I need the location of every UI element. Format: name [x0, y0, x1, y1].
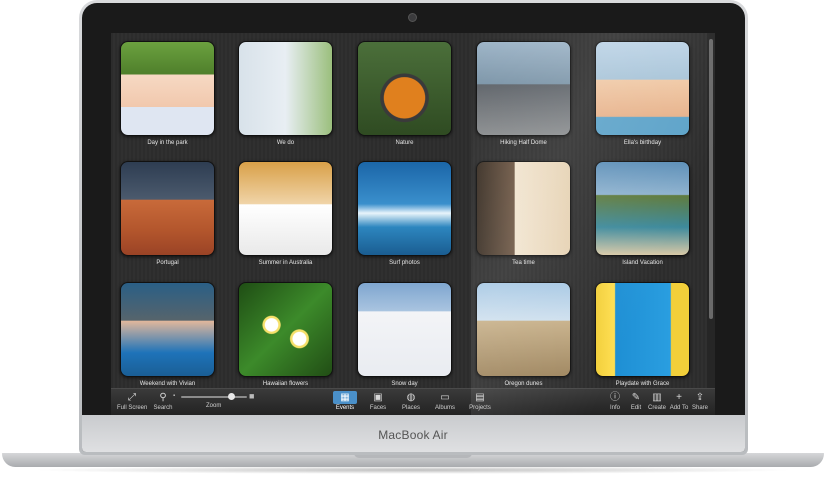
vertical-scrollbar[interactable] [707, 33, 715, 388]
full-screen-label: Full Screen [117, 405, 148, 411]
iphoto-window: Day in the park We do Nature Hiking Half… [111, 33, 715, 415]
zoom-slider[interactable] [181, 396, 247, 398]
faces-label: Faces [369, 405, 387, 411]
photo-snow-girl[interactable] [357, 282, 452, 377]
photo-boy-teddy[interactable] [238, 161, 333, 256]
event-tile[interactable]: Hawaiian flowers [238, 282, 333, 387]
event-tile[interactable]: Portugal [120, 161, 215, 266]
camera-icon [408, 13, 417, 22]
photo-town[interactable] [120, 161, 215, 256]
photo-flowers[interactable] [238, 282, 333, 377]
info-button[interactable]: ⓘ Info [605, 391, 625, 412]
event-tile[interactable]: Tea time [476, 161, 571, 266]
edit-button[interactable]: ✎ Edit [627, 391, 645, 412]
zoom-label: Zoom [206, 403, 222, 409]
event-tile[interactable]: Surf photos [357, 161, 452, 266]
albums-label: Albums [434, 405, 455, 411]
photo-surf[interactable] [357, 161, 452, 256]
places-icon: ◍ [406, 392, 416, 403]
zoom-small-icon: ▪ [173, 393, 176, 399]
create-label: Create [647, 405, 666, 411]
search-label: Search [153, 405, 173, 411]
projects-label: Projects [469, 405, 491, 411]
photo-woman-cup[interactable] [476, 161, 571, 256]
photo-butterfly[interactable] [357, 41, 452, 136]
photo-couple[interactable] [238, 41, 333, 136]
event-tile[interactable]: Nature [357, 41, 452, 146]
edit-icon: ✎ [631, 392, 641, 403]
faces-icon: ▣ [373, 392, 383, 403]
add-to-label: Add To [669, 405, 689, 411]
zoom-slider-knob[interactable] [228, 393, 235, 400]
event-tile[interactable]: We do [238, 41, 333, 146]
photo-coast[interactable] [595, 161, 690, 256]
event-title: Ella's birthday [623, 140, 662, 146]
event-title: Surf photos [389, 260, 420, 266]
places-label: Places [401, 405, 420, 411]
share-button[interactable]: ⇪ Share [690, 391, 710, 412]
photo-two-girls[interactable] [476, 282, 571, 377]
events-label: Events [335, 405, 355, 411]
events-button[interactable]: ▦ Events [333, 391, 357, 412]
faces-button[interactable]: ▣ Faces [366, 391, 390, 412]
event-tile[interactable]: Weekend with Vivian [120, 282, 215, 387]
event-tile[interactable]: Island Vacation [595, 161, 690, 266]
event-title: Hawaiian flowers [262, 381, 309, 387]
info-label: Info [609, 405, 620, 411]
brand-label: MacBook Air [378, 428, 448, 442]
event-title: Oregon dunes [504, 381, 543, 387]
event-tile[interactable]: Oregon dunes [476, 282, 571, 387]
photo-cliff[interactable] [476, 41, 571, 136]
laptop-shadow [30, 466, 796, 474]
event-title: Hiking Half Dome [500, 140, 547, 146]
photo-kids[interactable] [595, 41, 690, 136]
event-title: We do [276, 140, 295, 146]
event-tile[interactable]: Hiking Half Dome [476, 41, 571, 146]
info-icon: ⓘ [610, 392, 620, 403]
events-grid: Day in the park We do Nature Hiking Half… [111, 33, 707, 388]
projects-button[interactable]: ▤ Projects [465, 391, 495, 412]
scroll-thumb[interactable] [709, 39, 713, 319]
bottom-toolbar: ⤢ Full Screen ⚲ Search ▪ ■ Zoom ▦ Events… [111, 388, 715, 415]
event-tile[interactable]: Summer in Australia [238, 161, 333, 266]
full-screen-button[interactable]: ⤢ Full Screen [117, 391, 147, 412]
event-title: Portugal [156, 260, 179, 266]
events-icon: ▦ [333, 391, 357, 404]
photo-girl-door[interactable] [595, 282, 690, 377]
create-icon: ▥ [652, 392, 662, 403]
event-tile[interactable]: Ella's birthday [595, 41, 690, 146]
add-to-button[interactable]: + Add To [669, 391, 689, 412]
add-to-icon: + [676, 392, 682, 403]
event-title: Day in the park [147, 140, 188, 146]
event-tile[interactable]: Snow day [357, 282, 452, 387]
edit-label: Edit [630, 405, 642, 411]
photo-woman-smile[interactable] [120, 282, 215, 377]
event-tile[interactable]: Day in the park [120, 41, 215, 146]
event-tile[interactable]: Playdate with Grace [595, 282, 690, 387]
albums-button[interactable]: ▭ Albums [431, 391, 459, 412]
photo-girl-flower[interactable] [120, 41, 215, 136]
event-title: Island Vacation [622, 260, 663, 266]
places-button[interactable]: ◍ Places [398, 391, 424, 412]
event-title: Nature [395, 140, 414, 146]
event-title: Playdate with Grace [615, 381, 670, 387]
event-title: Snow day [391, 381, 418, 387]
share-label: Share [691, 405, 708, 411]
create-button[interactable]: ▥ Create [647, 391, 667, 412]
fullscreen-icon: ⤢ [128, 392, 136, 403]
event-title: Summer in Australia [258, 260, 313, 266]
share-icon: ⇪ [695, 392, 705, 403]
event-title: Weekend with Vivian [139, 381, 196, 387]
albums-icon: ▭ [440, 392, 450, 403]
event-title: Tea time [512, 260, 535, 266]
projects-icon: ▤ [475, 392, 485, 403]
zoom-large-icon: ■ [249, 391, 255, 401]
